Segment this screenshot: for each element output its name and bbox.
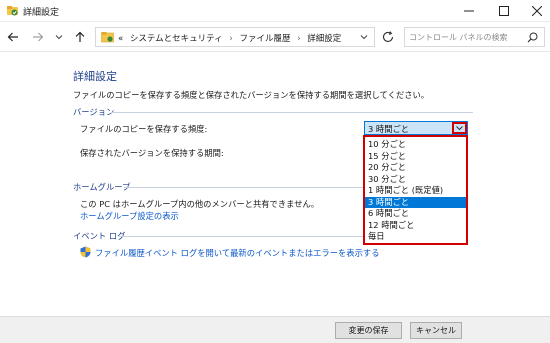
chevron-down-icon[interactable] (360, 33, 368, 41)
frequency-dropdown-button[interactable] (452, 122, 467, 134)
close-icon (532, 6, 542, 16)
chevron-down-icon (55, 35, 63, 40)
frequency-label: ファイルのコピーを保存する頻度: (80, 124, 208, 134)
save-changes-button[interactable]: 変更の保存 (335, 322, 402, 339)
section-header-versions: バージョン (73, 107, 115, 117)
breadcrumb-item[interactable]: システムとセキュリティ (130, 34, 223, 44)
section-divider (111, 112, 473, 113)
frequency-option[interactable]: 3 時間ごと (365, 196, 466, 208)
recent-locations-button[interactable] (51, 29, 67, 45)
page-description: ファイルのコピーを保存する頻度と保存されたバージョンを保持する期間を選択してくだ… (73, 90, 430, 100)
main-content: 詳細設定 ファイルのコピーを保存する頻度と保存されたバージョンを保持する期間を選… (0, 53, 550, 316)
title-bar: 詳細設定 (0, 0, 550, 22)
address-bar[interactable]: « システムとセキュリティ › ファイル履歴 › 詳細設定 (95, 27, 375, 47)
frequency-option[interactable]: 12 時間ごと (365, 220, 466, 232)
frequency-select[interactable]: 3 時間ごと (364, 121, 468, 135)
close-button[interactable] (522, 0, 550, 22)
frequency-dropdown-list: 10 分ごと 15 分ごと 20 分ごと 30 分ごと 1 時間ごと (既定値) 3 時間… (363, 135, 468, 245)
frequency-option[interactable]: 30 分ごと (365, 174, 466, 186)
maximize-icon (499, 6, 509, 16)
frequency-option[interactable]: 15 分ごと (365, 151, 466, 163)
back-button[interactable] (5, 29, 21, 45)
search-input[interactable] (409, 30, 521, 44)
breadcrumb-item[interactable]: 詳細設定 (307, 34, 341, 44)
chevron-down-icon (456, 126, 463, 131)
section-header-homegroup: ホームグループ (73, 182, 131, 192)
search-icon[interactable] (527, 32, 538, 43)
control-panel-icon (101, 32, 114, 43)
frequency-option[interactable]: 6 時間ごと (365, 208, 466, 220)
homegroup-message: この PC はホームグループ内の他のメンバーと共有できません。 (80, 199, 320, 209)
section-header-eventlog: イベント ログ (73, 231, 126, 241)
frequency-option[interactable]: 10 分ごと (365, 139, 466, 151)
forward-button[interactable] (30, 29, 46, 45)
search-box[interactable] (404, 27, 545, 47)
page-title: 詳細設定 (73, 70, 117, 83)
up-button[interactable] (72, 29, 88, 45)
footer-bar: 変更の保存 キャンセル (0, 316, 550, 343)
navigation-bar: « システムとセキュリティ › ファイル履歴 › 詳細設定 (0, 22, 550, 52)
minimize-button[interactable] (454, 0, 484, 22)
section-divider (124, 187, 364, 188)
section-divider (119, 236, 364, 237)
minimize-icon (464, 10, 474, 12)
back-arrow-icon (7, 32, 18, 42)
retention-label: 保存されたバージョンを保持する期間: (80, 148, 224, 158)
cancel-button[interactable]: キャンセル (410, 322, 462, 339)
breadcrumb: « システムとセキュリティ › ファイル履歴 › 詳細設定 (118, 32, 341, 44)
app-icon (7, 6, 18, 16)
breadcrumb-item[interactable]: ファイル履歴 (239, 34, 290, 44)
breadcrumb-separator: › (229, 34, 233, 44)
breadcrumb-separator: › (297, 34, 301, 44)
frequency-option[interactable]: 1 時間ごと (既定値) (365, 185, 466, 197)
event-log-link[interactable]: ファイル履歴イベント ログを開いて最新のイベントまたはエラーを表示する (95, 247, 380, 259)
up-arrow-icon (75, 31, 85, 42)
frequency-selected-value: 3 時間ごと (368, 124, 410, 134)
shield-icon (80, 246, 91, 258)
refresh-icon[interactable] (381, 30, 395, 44)
forward-arrow-icon (33, 32, 44, 42)
maximize-button[interactable] (489, 0, 519, 22)
homegroup-settings-link[interactable]: ホームグループ設定の表示 (80, 210, 179, 222)
frequency-option[interactable]: 毎日 (365, 231, 466, 243)
frequency-option[interactable]: 20 分ごと (365, 162, 466, 174)
breadcrumb-overflow[interactable]: « (118, 34, 123, 44)
window-title: 詳細設定 (23, 8, 60, 18)
